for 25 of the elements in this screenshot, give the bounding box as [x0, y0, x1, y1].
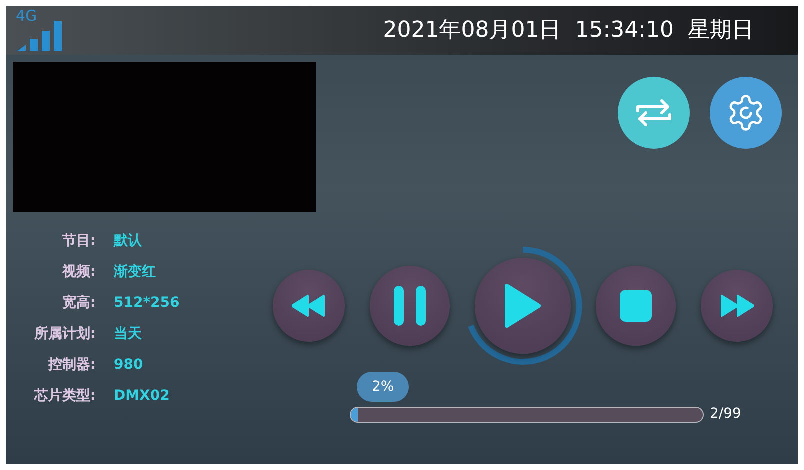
network-label: 4G: [16, 8, 38, 24]
play-icon: [504, 283, 542, 329]
info-label: 视频:: [61, 263, 96, 282]
info-label: 芯片类型:: [33, 387, 96, 406]
info-value: 当天: [114, 325, 143, 344]
repeat-icon: [635, 97, 673, 129]
info-label: 所属计划:: [33, 325, 96, 344]
percent-bubble: 2%: [357, 372, 410, 402]
rewind-button[interactable]: [273, 270, 345, 342]
info-label: 控制器:: [47, 356, 96, 375]
progress-count: 2/99: [710, 405, 742, 424]
info-value: 512*256: [114, 294, 181, 313]
stop-icon: [620, 290, 652, 322]
fast-forward-icon: [720, 295, 754, 317]
date-time: 2021年08月01日 15:34:10 星期日: [383, 17, 754, 45]
info-label: 宽高:: [61, 294, 96, 313]
rewind-icon: [292, 295, 326, 317]
info-value: 980: [114, 356, 144, 375]
play-button[interactable]: [475, 258, 571, 354]
info-value: DMX02: [114, 387, 171, 406]
fast-forward-button[interactable]: [701, 270, 773, 342]
info-label: 节目:: [61, 232, 96, 251]
pause-icon: [394, 286, 426, 326]
info-value: 渐变红: [114, 262, 157, 282]
info-value: 默认: [114, 232, 143, 251]
